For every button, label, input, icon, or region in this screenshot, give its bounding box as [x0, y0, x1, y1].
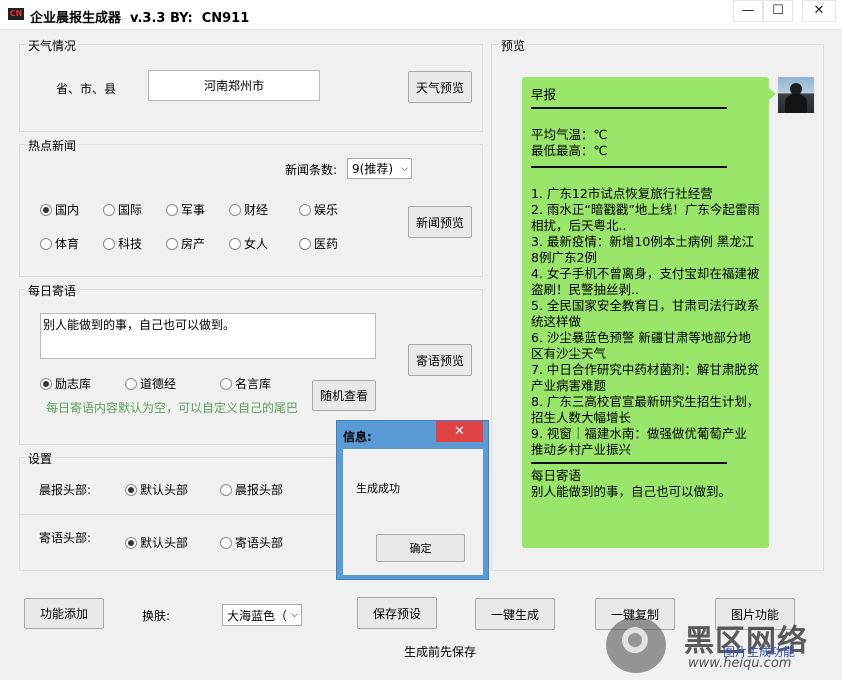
news-count-label: 新闻条数:: [285, 163, 338, 177]
quote-preview-button[interactable]: 寄语预览: [408, 344, 472, 376]
weather-group-title: 天气情况: [26, 37, 79, 54]
preview-group-title: 预览: [499, 37, 528, 54]
save-hint: 生成前先保存: [404, 645, 477, 659]
dialog-title: 信息:: [343, 430, 372, 444]
radio-dot-icon: [125, 536, 137, 549]
news-count-value: 9(推荐): [352, 162, 393, 176]
radio-dot-icon: [229, 237, 241, 250]
news-category-military[interactable]: 军事: [166, 201, 205, 218]
radio-dot-icon: [125, 483, 137, 496]
preview-heading: 早报: [531, 87, 557, 102]
news-preview-button[interactable]: 新闻预览: [408, 206, 472, 238]
preview-avg-temp: 平均气温：℃: [531, 127, 608, 142]
random-view-button[interactable]: 随机查看: [312, 380, 376, 411]
skin-select[interactable]: 大海蓝色（ ⌵: [222, 604, 302, 626]
preview-news-item: 4. 女子手机不曾离身，支付宝却在福建被盗刷！民警抽丝剥..: [531, 266, 760, 297]
news-category-sports[interactable]: 体育: [40, 235, 79, 252]
chevron-down-icon: ⌵: [291, 610, 298, 620]
watermark-url: www.heiqu.com: [688, 656, 792, 671]
skin-value: 大海蓝色（: [227, 608, 288, 623]
save-preset-button[interactable]: 保存预设: [357, 597, 437, 629]
quote-source-famous[interactable]: 名言库: [220, 375, 271, 392]
radio-dot-icon: [229, 203, 241, 216]
chevron-down-icon: ⌵: [401, 163, 408, 174]
minimize-button[interactable]: —: [733, 0, 763, 22]
preview-news-item: 9. 视窗｜福建水南：做强做优葡萄产业 推动乡村产业振兴: [531, 426, 747, 457]
preview-news-item: 1. 广东12市试点恢复旅行社经营: [531, 186, 713, 201]
news-category-finance[interactable]: 财经: [229, 201, 268, 218]
news-category-international[interactable]: 国际: [103, 201, 142, 218]
add-feature-button[interactable]: 功能添加: [24, 598, 104, 629]
maximize-button[interactable]: ☐: [763, 0, 793, 22]
settings-group-title: 设置: [26, 450, 55, 467]
dialog-ok-button[interactable]: 确定: [376, 534, 465, 562]
news-category-domestic[interactable]: 国内: [40, 201, 79, 218]
radio-dot-icon: [40, 203, 52, 216]
morning-header-default-radio[interactable]: 默认头部: [125, 481, 188, 498]
radio-dot-icon: [299, 203, 311, 216]
radio-dot-icon: [220, 483, 232, 496]
app-logo-icon: CN: [8, 8, 24, 20]
radio-dot-icon: [166, 203, 178, 216]
avatar: [778, 77, 814, 113]
skin-label: 换肤:: [142, 609, 171, 623]
location-label: 省、市、县: [56, 82, 117, 96]
preview-min-max: 最低最高：℃: [531, 143, 608, 158]
info-dialog: 信息: ✕ 生成成功 确定: [336, 420, 489, 580]
radio-dot-icon: [220, 377, 232, 390]
preview-message-bubble: 早报 平均气温：℃ 最低最高：℃ 1. 广东12市试点恢复旅行社经营 2. 雨水…: [522, 77, 769, 548]
close-button[interactable]: ✕: [802, 0, 836, 22]
radio-dot-icon: [220, 536, 232, 549]
news-count-select[interactable]: 9(推荐) ⌵: [347, 158, 412, 179]
preview-news-item: 5. 全民国家安全教育日，甘肃司法行政系统这样做: [531, 298, 760, 329]
bubble-tail: [769, 88, 776, 100]
news-group-title: 热点新闻: [26, 137, 79, 154]
quote-textarea[interactable]: 别人能做到的事，自己也可以做到。: [40, 313, 376, 359]
radio-dot-icon: [125, 377, 137, 390]
radio-dot-icon: [40, 237, 52, 250]
radio-dot-icon: [166, 237, 178, 250]
morning-header-label: 晨报头部:: [39, 483, 92, 497]
quote-header-label: 寄语头部:: [39, 531, 92, 545]
preview-news-item: 3. 最新疫情：新增10例本土病例 黑龙江8例广东2例: [531, 234, 755, 265]
preview-quote-text: 别人能做到的事，自己也可以做到。: [531, 484, 732, 499]
quote-header-default-radio[interactable]: 默认头部: [125, 534, 188, 551]
radio-dot-icon: [103, 203, 115, 216]
quote-source-taoteching[interactable]: 道德经: [125, 375, 176, 392]
dialog-body: 生成成功 确定: [343, 449, 483, 575]
settings-divider: [19, 514, 337, 515]
weather-preview-button[interactable]: 天气预览: [408, 71, 472, 103]
location-input[interactable]: 河南郑州市: [148, 70, 320, 101]
preview-news-item: 6. 沙尘暴蓝色预警 新疆甘肃等地部分地区有沙尘天气: [531, 330, 751, 361]
dialog-message: 生成成功: [356, 482, 400, 495]
window-title: 企业晨报生成器 v.3.3 BY: CN911: [30, 11, 250, 26]
dialog-close-button[interactable]: ✕: [436, 421, 483, 442]
preview-divider: [531, 462, 727, 464]
preview-news-item: 7. 中日合作研究中药材菌剂：解甘肃脱贫产业病害难题: [531, 362, 760, 393]
quote-source-motivational[interactable]: 励志库: [40, 375, 91, 392]
news-category-realestate[interactable]: 房产: [166, 235, 205, 252]
preview-quote-heading: 每日寄语: [531, 468, 582, 483]
title-bar: CN 企业晨报生成器 v.3.3 BY: CN911 — ☐ ✕: [0, 0, 842, 30]
news-category-tech[interactable]: 科技: [103, 235, 142, 252]
news-category-entertainment[interactable]: 娱乐: [299, 201, 338, 218]
radio-dot-icon: [299, 237, 311, 250]
radio-dot-icon: [103, 237, 115, 250]
morning-header-custom-radio[interactable]: 晨报头部: [220, 481, 283, 498]
daily-quote-group-title: 每日寄语: [26, 282, 79, 299]
generate-button[interactable]: 一键生成: [475, 598, 555, 630]
quote-hint: 每日寄语内容默认为空，可以自定义自己的尾巴: [46, 401, 299, 415]
preview-news-item: 8. 广东三高校官宣最新研究生招生计划，招生人数大幅增长: [531, 394, 760, 425]
news-category-medicine[interactable]: 医药: [299, 235, 338, 252]
watermark-logo-icon: [606, 617, 666, 673]
preview-news-item: 2. 雨水正“暗戳戳”地上线！广东今起雷雨相扰，后天粤北..: [531, 202, 760, 233]
radio-dot-icon: [40, 377, 52, 390]
quote-header-custom-radio[interactable]: 寄语头部: [220, 534, 283, 551]
news-category-women[interactable]: 女人: [229, 235, 268, 252]
